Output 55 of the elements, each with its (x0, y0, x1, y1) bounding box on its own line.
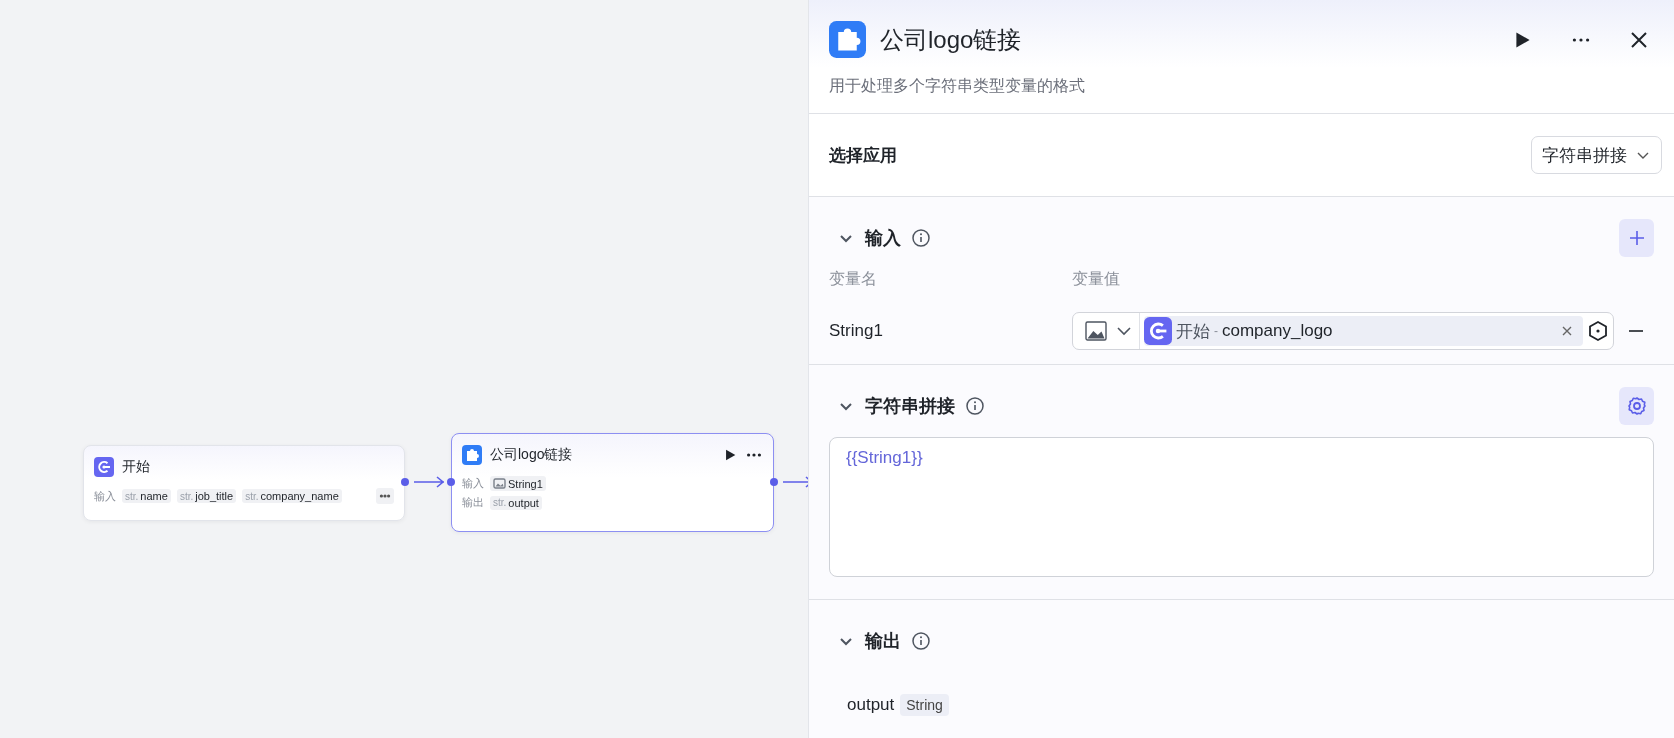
node-card[interactable]: 开始 输入 str. name str. job_title str. company_name (83, 445, 405, 521)
close-icon[interactable] (1630, 30, 1648, 49)
connector-arrow (414, 474, 445, 490)
close-icon (1561, 325, 1573, 337)
section-title: 输出 (865, 630, 901, 653)
panel-title: 公司logo链接 (880, 24, 1023, 55)
info-icon (965, 396, 985, 416)
param-tag: str. company_name (242, 489, 342, 503)
connector-arrow (783, 474, 808, 490)
field-name: company_logo (1222, 321, 1333, 341)
row-label: 输入 (94, 488, 116, 504)
add-button[interactable] (1619, 219, 1654, 257)
output-port[interactable] (401, 478, 409, 486)
settings-button[interactable] (1619, 387, 1654, 425)
variable-value-field[interactable]: 开始 - company_logo (1072, 312, 1614, 350)
run-icon[interactable] (723, 448, 737, 462)
column-header: 变量值 (1072, 269, 1121, 289)
section-title: 输入 (865, 227, 901, 250)
output-port[interactable] (770, 478, 778, 486)
row-label: 输出 (462, 495, 484, 510)
param-tag: str. name (122, 489, 171, 503)
node-title: 开始 (122, 458, 151, 476)
field-label: 选择应用 (829, 144, 898, 167)
info-icon (911, 228, 931, 248)
param-tag: str. output (490, 495, 542, 510)
template-field[interactable]: {{String1}} (829, 437, 1654, 577)
node-name: 开始 (1176, 320, 1210, 343)
row-label: 输入 (462, 476, 484, 491)
start-node-icon (94, 457, 114, 477)
panel-description: 用于处理多个字符串类型变量的格式 (829, 76, 1086, 96)
more-icon[interactable] (379, 492, 391, 500)
column-header: 变量名 (829, 269, 878, 289)
app-dropdown[interactable]: 字符串拼接 (1531, 136, 1662, 174)
variable-icon[interactable] (1587, 320, 1609, 342)
node-card[interactable]: 公司logo链接 输入 String1 输出 str. output (451, 433, 774, 532)
puzzle-icon (829, 21, 866, 58)
info-icon (911, 631, 931, 651)
settings-icon (1626, 396, 1647, 416)
separator: - (1214, 324, 1218, 338)
section-title: 字符串拼接 (865, 395, 955, 418)
type-tag: String (900, 694, 949, 716)
output-name: output (847, 695, 895, 715)
input-port[interactable] (447, 478, 455, 486)
start-node-icon (1144, 317, 1172, 345)
image-icon (1085, 320, 1107, 342)
node-title: 公司logo链接 (490, 446, 574, 464)
param-tag: str. job_title (176, 489, 237, 503)
more-button[interactable] (376, 488, 394, 504)
param-tag: String1 (490, 476, 546, 491)
puzzle-icon (462, 445, 482, 465)
image-icon (493, 477, 506, 490)
more-icon[interactable] (745, 451, 763, 459)
variable-name: String1 (829, 321, 884, 341)
plus-icon (1628, 230, 1645, 246)
more-icon[interactable] (1570, 35, 1592, 44)
